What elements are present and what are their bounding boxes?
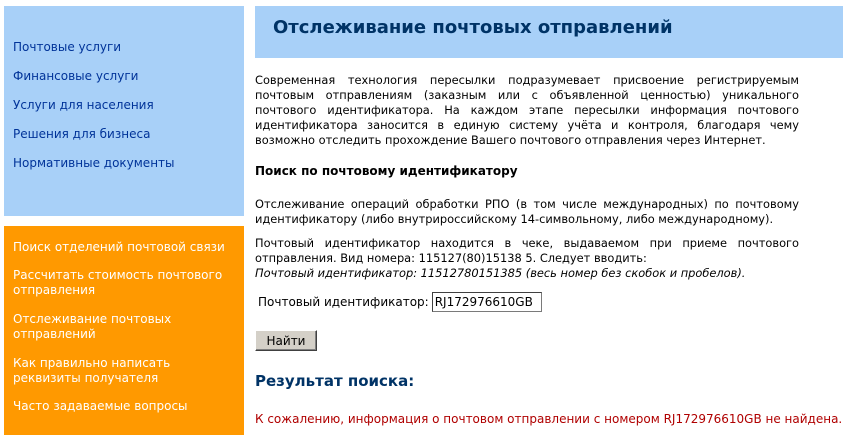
identifier-label: Почтовый идентификатор: (258, 295, 429, 309)
nav-item-public-services[interactable]: Услуги для населения (13, 98, 154, 112)
nav-item-business-solutions[interactable]: Решения для бизнеса (13, 127, 150, 141)
nav-item-find-post-office[interactable]: Поиск отделений почтовой связи (13, 240, 241, 255)
sidebar: Почтовые услуги Финансовые услуги Услуги… (0, 0, 245, 447)
search-heading: Поиск по почтовому идентификатору (255, 164, 518, 178)
nav-item-regulatory-documents[interactable]: Нормативные документы (13, 156, 175, 170)
result-title: Результат поиска: (255, 372, 415, 390)
intro-text: Современная технология пересылки подразу… (255, 73, 799, 147)
hint-text: Почтовый идентификатор находится в чеке,… (255, 236, 799, 265)
identifier-hint: Почтовый идентификатор находится в чеке,… (255, 236, 799, 281)
nav-item-calculate-cost[interactable]: Рассчитать стоимость почтового отправлен… (13, 268, 241, 298)
page-title: Отслеживание почтовых отправлений (273, 17, 673, 38)
identifier-input[interactable] (431, 292, 542, 312)
nav-item-tracking[interactable]: Отслеживание почтовых отправлений (13, 312, 241, 342)
tracking-form: Почтовый идентификатор: (258, 291, 542, 313)
result-message: К сожалению, информация о почтовом отпра… (255, 412, 843, 426)
services-nav: Почтовые услуги Финансовые услуги Услуги… (4, 6, 244, 216)
nav-item-financial-services[interactable]: Финансовые услуги (13, 69, 138, 83)
hint-example: Почтовый идентификатор: 11512780151385 (… (255, 266, 746, 280)
nav-item-faq[interactable]: Часто задаваемые вопросы (13, 399, 241, 414)
page-header: Отслеживание почтовых отправлений (255, 6, 843, 58)
nav-item-postal-services[interactable]: Почтовые услуги (13, 40, 121, 54)
search-button[interactable]: Найти (255, 330, 317, 351)
tools-nav: Поиск отделений почтовой связи Рассчитат… (4, 226, 244, 435)
nav-item-address-requisites[interactable]: Как правильно написать реквизиты получат… (13, 356, 241, 386)
search-description: Отслеживание операций обработки РПО (в т… (255, 197, 799, 226)
